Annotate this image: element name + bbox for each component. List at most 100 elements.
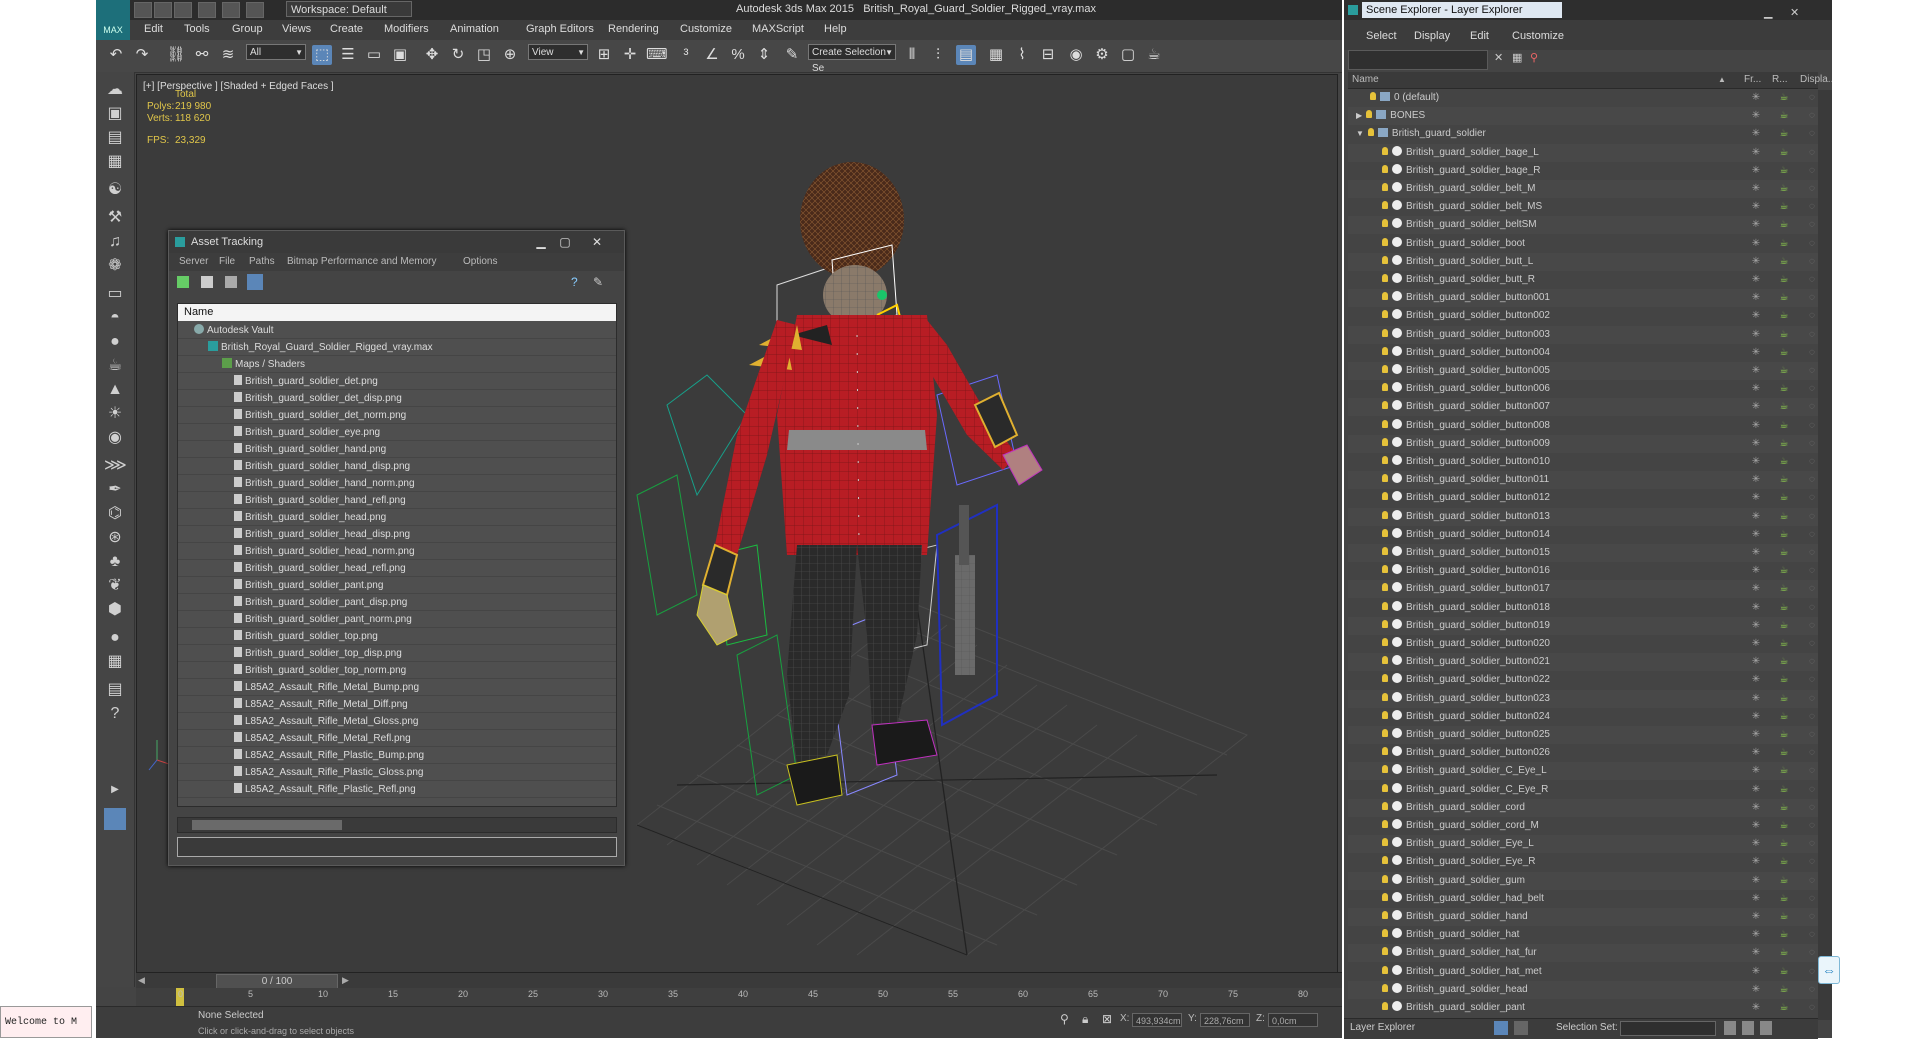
asset-file-row[interactable]: British_guard_soldier_head_disp.png [178,526,616,543]
display-icon[interactable]: ◌ [1806,711,1818,723]
scatter-icon[interactable]: ⌬ [104,504,126,524]
reference-coordinate-select[interactable]: View ▼ [528,44,588,60]
visibility-bulb-icon[interactable] [1382,892,1388,901]
visibility-bulb-icon[interactable] [1382,164,1388,173]
object-row[interactable]: British_guard_soldier_button007 ✳ ☕ ◌ [1348,398,1818,417]
object-row[interactable]: British_guard_soldier_Eye_L ✳ ☕ ◌ [1348,835,1818,854]
display-icon[interactable]: ◌ [1806,656,1818,668]
schematic-view-icon[interactable]: ⊟ [1038,45,1058,65]
rendered-frame-window-icon[interactable]: ▢ [1118,45,1138,65]
renderable-icon[interactable]: ☕ [1778,820,1790,832]
object-row[interactable]: British_guard_soldier_belt_M ✳ ☕ ◌ [1348,180,1818,198]
rotate-icon[interactable]: ↻ [448,45,468,65]
renderable-icon[interactable]: ☕ [1778,911,1790,923]
display-icon[interactable]: ◌ [1806,729,1818,741]
refresh-icon[interactable] [177,276,189,288]
freeze-icon[interactable]: ✳ [1750,401,1762,413]
hierarchy-mode-icon[interactable] [1514,1021,1528,1035]
expand-icon[interactable]: ▶ [1356,111,1362,120]
angle-snap-icon[interactable]: ∠ [702,45,722,65]
asset-file-row[interactable]: British_guard_soldier_top_disp.png [178,645,616,662]
renderable-icon[interactable]: ☕ [1778,893,1790,905]
renderable-icon[interactable]: ☕ [1778,420,1790,432]
display-icon[interactable]: ◌ [1806,365,1818,377]
freeze-icon[interactable]: ✳ [1750,529,1762,541]
bind-spacewarp-icon[interactable]: ≋ [218,45,238,65]
display-icon[interactable]: ◌ [1806,110,1818,122]
visibility-bulb-icon[interactable] [1382,583,1388,592]
visibility-bulb-icon[interactable] [1382,783,1388,792]
hemisphere-icon[interactable]: ◓ [104,308,126,328]
display-icon[interactable]: ◌ [1806,583,1818,595]
renderable-icon[interactable]: ☕ [1778,620,1790,632]
mirror-icon[interactable]: ⫴ [902,45,922,65]
display-icon[interactable]: ◌ [1806,420,1818,432]
freeze-icon[interactable]: ✳ [1750,984,1762,996]
project-folder-icon[interactable] [246,2,264,18]
display-icon[interactable]: ◌ [1806,256,1818,268]
object-row[interactable]: British_guard_soldier_button002 ✳ ☕ ◌ [1348,307,1818,325]
list-view-icon[interactable] [201,276,213,288]
freeze-icon[interactable]: ✳ [1750,602,1762,614]
display-icon[interactable]: ◌ [1806,620,1818,632]
freeze-icon[interactable]: ✳ [1750,838,1762,850]
renderable-icon[interactable]: ☕ [1778,656,1790,668]
renderable-icon[interactable]: ☕ [1778,565,1790,577]
asset-menu-file[interactable]: File [219,256,235,267]
freeze-icon[interactable]: ✳ [1750,875,1762,887]
menu-views[interactable]: Views [282,23,311,35]
object-row[interactable]: British_guard_soldier_boot ✳ ☕ ◌ [1348,235,1818,253]
grid-icon[interactable]: ▦ [104,652,126,672]
select-by-name-icon[interactable]: ☰ [338,45,358,65]
window-crossing-icon[interactable]: ▣ [390,45,410,65]
rectangle-selection-icon[interactable]: ▭ [364,45,384,65]
visibility-bulb-icon[interactable] [1382,401,1388,410]
asset-file-row[interactable]: British_guard_soldier_det_disp.png [178,390,616,407]
menu-help[interactable]: Help [824,23,847,35]
create-icon[interactable]: ☁ [104,80,126,100]
display-icon[interactable]: ◌ [1806,492,1818,504]
column-display[interactable]: Displa... [1800,72,1832,88]
visibility-bulb-icon[interactable] [1382,183,1388,191]
visibility-bulb-icon[interactable] [1382,456,1388,464]
freeze-icon[interactable]: ✳ [1750,329,1762,341]
application-button[interactable]: MAX [96,0,130,40]
display-icon[interactable]: ◌ [1806,929,1818,941]
renderable-icon[interactable]: ☕ [1778,183,1790,195]
display-icon[interactable]: ◌ [1806,292,1818,304]
render-setup-icon[interactable]: ⚙ [1092,45,1112,65]
display-icon[interactable]: ◌ [1806,911,1818,923]
visibility-bulb-icon[interactable] [1382,383,1388,392]
asset-file-row[interactable]: British_guard_soldier_hand.png [178,441,616,458]
visibility-bulb-icon[interactable] [1382,638,1388,646]
object-row[interactable]: British_guard_soldier_button025 ✳ ☕ ◌ [1348,726,1818,744]
freeze-icon[interactable]: ✳ [1750,183,1762,195]
renderable-icon[interactable]: ☕ [1778,711,1790,723]
percent-snap-icon[interactable]: % [728,45,748,65]
named-selection-set-select[interactable]: Create Selection Se ▼ [808,44,896,74]
freeze-icon[interactable]: ✳ [1750,638,1762,650]
object-row[interactable]: British_guard_soldier_button023 ✳ ☕ ◌ [1348,689,1818,708]
layer-row[interactable]: 0 (default) ✳ ☕ ◌ [1348,89,1818,107]
object-row[interactable]: British_guard_soldier_button004 ✳ ☕ ◌ [1348,344,1818,362]
visibility-bulb-icon[interactable] [1382,710,1388,719]
freeze-icon[interactable]: ✳ [1750,911,1762,923]
freeze-icon[interactable]: ✳ [1750,547,1762,559]
visibility-bulb-icon[interactable] [1382,437,1388,446]
keyboard-shortcut-override-icon[interactable]: ⌨ [646,45,668,65]
utilities-icon[interactable]: ⚒ [104,208,126,228]
move-icon[interactable]: ✥ [422,45,442,65]
render-production-icon[interactable]: ☕ [1144,45,1164,65]
hierarchy-icon[interactable]: ▤ [104,128,126,148]
find-icon[interactable]: ⚲ [1530,51,1538,64]
selection-filter-select[interactable]: All ▼ [246,44,306,60]
renderable-icon[interactable]: ☕ [1778,674,1790,686]
mini-curve-editor-icon[interactable] [104,808,126,830]
visibility-bulb-icon[interactable] [1370,92,1376,100]
visibility-bulb-icon[interactable] [1382,201,1388,210]
material-editor-icon[interactable]: ◉ [1066,45,1086,65]
display-icon[interactable]: ◌ [1806,201,1818,213]
display-icon[interactable]: ◌ [1806,274,1818,286]
freeze-icon[interactable]: ✳ [1750,292,1762,304]
asset-file-row[interactable]: L85A2_Assault_Rifle_Plastic_Gloss.png [178,764,616,781]
